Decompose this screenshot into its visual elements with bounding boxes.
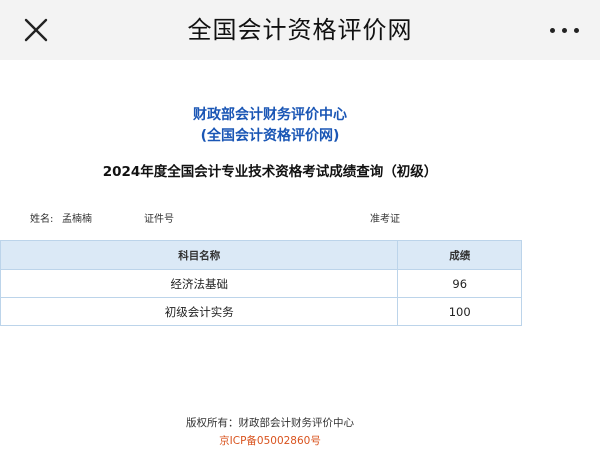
table-row: 初级会计实务 100 (0, 297, 522, 326)
table-header-row: 科目名称 成绩 (0, 240, 522, 270)
copyright-text: 版权所有：财政部会计财务评价中心 (186, 417, 354, 429)
result-heading: 2024年度全国会计专业技术资格考试成绩查询（初级） (102, 164, 438, 180)
name-label: 姓名: (30, 214, 54, 225)
main-content: 财政部会计财务评价中心 (全国会计资格评价网) 2024年度全国会计专业技术资格… (0, 60, 600, 450)
id-number-label: 证件号 (144, 214, 174, 225)
subject-column-header: 科目名称 (0, 240, 399, 270)
score-table: 科目名称 成绩 经济法基础 96 初级会计实务 100 (0, 240, 522, 326)
dot (550, 28, 555, 33)
table-row: 经济法基础 96 (0, 269, 522, 298)
more-dots-icon[interactable] (548, 14, 582, 46)
close-icon[interactable] (20, 14, 52, 46)
subject-cell: 经济法基础 (0, 269, 399, 298)
org-subtitle: (全国会计资格评价网) (200, 128, 340, 144)
org-name: 财政部会计财务评价中心 (193, 107, 347, 123)
page-title: 全国会计资格评价网 (187, 16, 413, 44)
subject-cell: 初级会计实务 (0, 297, 399, 326)
score-cell: 96 (397, 269, 522, 298)
ticket-number-label: 准考证 (370, 214, 400, 225)
icp-link[interactable]: 京ICP备05002860号 (60, 433, 480, 448)
close-icon-glyph (24, 18, 48, 42)
webview-top-bar: 全国会计资格评价网 (0, 0, 600, 60)
dot (574, 28, 579, 33)
dot (562, 28, 567, 33)
candidate-info: 姓名: 孟楠楠 证件号 准考证 (0, 210, 600, 226)
score-cell: 100 (397, 297, 522, 326)
name-value: 孟楠楠 (62, 214, 92, 225)
score-column-header: 成绩 (397, 240, 522, 270)
